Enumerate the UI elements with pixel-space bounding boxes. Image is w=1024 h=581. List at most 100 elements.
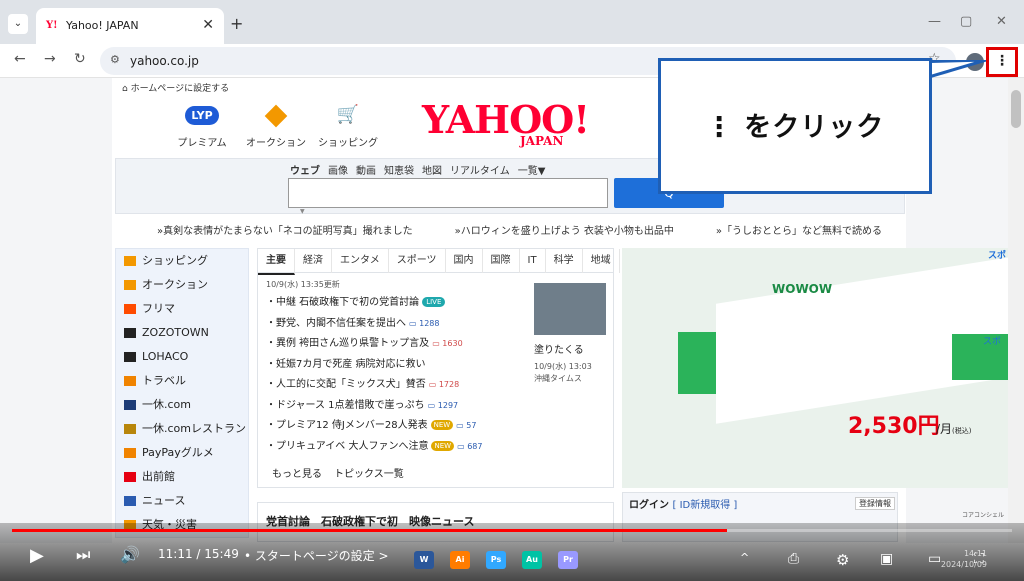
- service-nav-item[interactable]: トラベル: [116, 369, 248, 393]
- search-tab-web[interactable]: ウェブ: [290, 166, 320, 177]
- volume-icon[interactable]: 🔊: [120, 545, 140, 564]
- next-icon[interactable]: ⏭: [76, 545, 90, 565]
- news-headline: ・異例 袴田さん巡り県警トップ言及: [266, 338, 430, 349]
- search-input[interactable]: [288, 178, 608, 208]
- scroll-thumb[interactable]: [1011, 90, 1021, 128]
- news-item[interactable]: ・プレミア12 侍Jメンバー28人発表 NEW ▭ 57: [266, 416, 536, 437]
- service-premium[interactable]: LYP プレミアム: [162, 104, 242, 149]
- login-link[interactable]: ログイン: [629, 500, 669, 511]
- tab-yahoo[interactable]: Y! Yahoo! JAPAN ✕: [36, 8, 224, 44]
- service-nav-label: ZOZOTOWN: [142, 326, 209, 339]
- news-tab[interactable]: IT: [520, 249, 546, 273]
- service-nav-label: トラベル: [142, 374, 186, 387]
- signup-link[interactable]: [ ID新規取得 ]: [672, 500, 737, 511]
- service-nav-item[interactable]: PayPayグルメ: [116, 441, 248, 465]
- service-nav-label: LOHACO: [142, 350, 189, 363]
- news-item[interactable]: ・プリキュアイベ 大人ファンへ注意 NEW ▭ 687: [266, 437, 536, 458]
- news-tab[interactable]: 国内: [446, 249, 483, 273]
- audition-icon[interactable]: Au: [522, 551, 542, 569]
- news-item[interactable]: ・妊娠7カ月で死産 病院対応に救い: [266, 355, 536, 376]
- word-icon[interactable]: W: [414, 551, 434, 569]
- comment-count: ▭ 1297: [428, 401, 458, 410]
- home-icon: ⌂: [122, 84, 131, 94]
- service-nav-item[interactable]: 一休.com: [116, 393, 248, 417]
- ad-banner[interactable]: WOWOW 2,530円 /月(税込) スポ: [622, 248, 1008, 488]
- service-nav-item[interactable]: フリマ: [116, 297, 248, 321]
- news-item[interactable]: ・異例 袴田さん巡り県警トップ言及 ▭ 1630: [266, 334, 536, 355]
- search-tab-list[interactable]: 一覧▼: [518, 166, 546, 177]
- reload-icon[interactable]: ↻: [74, 51, 86, 67]
- close-window-button[interactable]: ✕: [996, 14, 1007, 29]
- more-link[interactable]: もっと見る: [272, 469, 322, 480]
- settings-gear-icon[interactable]: ⚙: [836, 551, 849, 569]
- comment-icon: ▭: [432, 339, 443, 348]
- service-nav-item[interactable]: ニュース: [116, 489, 248, 513]
- video-player-controls: ▶ ⏭ 🔊 11:11 / 15:49 • スタートページの設定 > W Ai Ps…: [0, 523, 1024, 581]
- play-icon[interactable]: ▶: [30, 545, 44, 566]
- yahoo-logo[interactable]: YAHOO!: [422, 100, 590, 140]
- subtitles-icon[interactable]: ⎙: [788, 551, 799, 567]
- account-info-button[interactable]: 登録情報: [855, 497, 895, 510]
- miniplayer-icon[interactable]: ▣: [880, 551, 893, 567]
- search-tab-realtime[interactable]: リアルタイム: [450, 166, 510, 177]
- tray-chevron-icon[interactable]: ^: [740, 551, 749, 564]
- service-nav-item[interactable]: ZOZOTOWN: [116, 321, 248, 345]
- ad-shape: [678, 332, 718, 394]
- news-tab[interactable]: 主要: [258, 249, 295, 275]
- site-info-icon[interactable]: ⚙: [110, 53, 120, 66]
- service-nav-item[interactable]: 出前館: [116, 465, 248, 489]
- news-panel: 主要 経済 エンタメ スポーツ 国内 国際 IT 科学 地域 10/9(水) 13:35更新 ・…: [257, 248, 620, 488]
- new-tab-button[interactable]: +: [230, 14, 243, 33]
- set-homepage-link[interactable]: ⌂ ホームページに設定する: [122, 81, 229, 94]
- service-nav-item[interactable]: LOHACO: [116, 345, 248, 369]
- service-nav-item[interactable]: 一休.comレストラン: [116, 417, 248, 441]
- news-tab[interactable]: 地域: [583, 249, 620, 273]
- pickup-link[interactable]: »ハロウィンを盛り上げよう 衣装や小物も出品中: [455, 226, 674, 237]
- news-badge: NEW: [430, 420, 454, 430]
- news-photo[interactable]: [534, 283, 606, 335]
- pickup-link[interactable]: »真剣な表情がたまらない「ネコの証明写真」撮れました: [157, 226, 413, 237]
- news-photo-caption[interactable]: 塗りたくる: [534, 341, 584, 356]
- search-tab-chiebukuro[interactable]: 知恵袋: [384, 166, 414, 177]
- news-item[interactable]: ・ドジャース 1点差惜敗で崖っぷち ▭ 1297: [266, 396, 536, 417]
- news-tab[interactable]: 科学: [546, 249, 583, 273]
- maximize-button[interactable]: ▢: [960, 14, 972, 29]
- news-item[interactable]: ・人工的に交配「ミックス犬」賛否 ▭ 1728: [266, 375, 536, 396]
- yahoo-logo-sub: JAPAN: [520, 134, 564, 148]
- news-item[interactable]: ・中継 石破政権下で初の党首討論 LIVE: [266, 293, 536, 314]
- progress-bar[interactable]: [12, 529, 1012, 532]
- search-tab-image[interactable]: 画像: [328, 166, 348, 177]
- illustrator-icon[interactable]: Ai: [450, 551, 470, 569]
- news-tab[interactable]: エンタメ: [332, 249, 389, 273]
- tab-search-button[interactable]: ⌄: [8, 14, 28, 34]
- service-icon: [124, 256, 136, 266]
- forward-arrow-icon[interactable]: →: [44, 51, 56, 67]
- news-tab[interactable]: 国際: [483, 249, 520, 273]
- news-footer: もっと見る トピックス一覧: [272, 465, 416, 480]
- close-tab-icon[interactable]: ✕: [202, 17, 214, 33]
- service-shopping[interactable]: 🛒 ショッピング: [308, 104, 388, 149]
- chrome-menu-button[interactable]: ⋮: [986, 47, 1018, 77]
- news-item[interactable]: ・野党、内閣不信任案を提出へ ▭ 1288: [266, 314, 536, 335]
- service-nav-item[interactable]: ショッピング: [116, 249, 248, 273]
- photoshop-icon[interactable]: Ps: [486, 551, 506, 569]
- chapter-title[interactable]: • スタートページの設定 >: [244, 547, 389, 564]
- search-tab-map[interactable]: 地図: [422, 166, 442, 177]
- back-arrow-icon[interactable]: ←: [14, 51, 26, 67]
- comment-value: 57: [466, 421, 477, 430]
- chevron-down-icon[interactable]: ▼: [300, 208, 305, 215]
- pickup-link[interactable]: »「うしおととら」など無料で読める: [716, 226, 882, 237]
- ad-unit-note: (税込): [952, 427, 972, 435]
- news-headline: ・野党、内閣不信任案を提出へ: [266, 317, 406, 329]
- page-scrollbar[interactable]: [1008, 78, 1024, 543]
- news-tab[interactable]: 経済: [295, 249, 332, 273]
- service-nav-item[interactable]: オークション: [116, 273, 248, 297]
- premiere-icon[interactable]: Pr: [558, 551, 578, 569]
- auction-icon: [236, 104, 316, 128]
- news-tab[interactable]: スポーツ: [389, 249, 446, 273]
- minimize-button[interactable]: —: [928, 14, 941, 29]
- search-tab-video[interactable]: 動画: [356, 166, 376, 177]
- service-icon: [124, 328, 136, 338]
- topics-link[interactable]: トピックス一覧: [334, 469, 404, 480]
- service-auction[interactable]: オークション: [236, 104, 316, 149]
